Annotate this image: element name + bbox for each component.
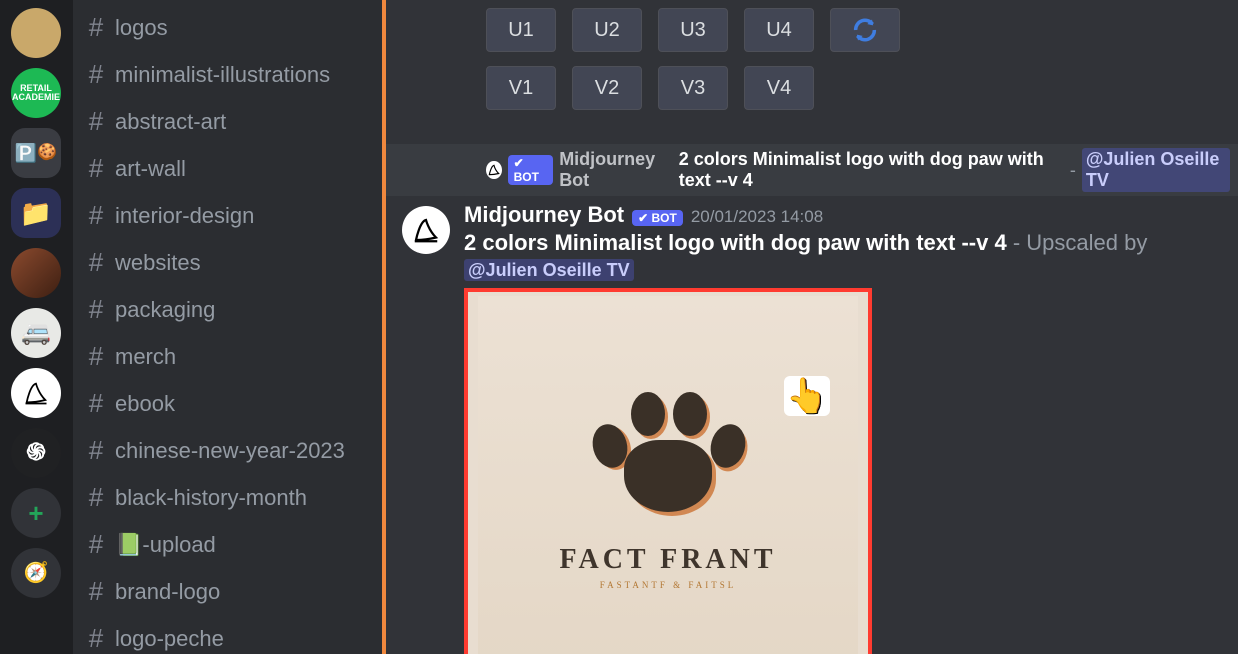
- hash-icon: #: [85, 106, 107, 137]
- server-icon-van[interactable]: 🚐: [11, 308, 61, 358]
- hover-prompt: 2 colors Minimalist logo with dog paw wi…: [679, 149, 1064, 191]
- hash-icon: #: [85, 341, 107, 372]
- channel-upload[interactable]: # 📗-upload: [73, 521, 382, 568]
- bot-badge: ✔ BOT: [632, 210, 683, 226]
- message: Midjourney Bot ✔ BOT 20/01/2023 14:08 2 …: [386, 196, 1238, 654]
- prompt-text: 2 colors Minimalist logo with dog paw wi…: [464, 230, 1007, 255]
- server-icon-knife[interactable]: [11, 248, 61, 298]
- channel-label: ebook: [115, 391, 175, 417]
- cursor-hand-icon: 👆: [784, 376, 830, 416]
- variation-1-button[interactable]: V1: [486, 66, 556, 110]
- channel-label: packaging: [115, 297, 215, 323]
- server-icon-combo[interactable]: 🅿️🍪: [11, 128, 61, 178]
- hash-icon: #: [85, 59, 107, 90]
- bot-mini-avatar: [486, 161, 502, 179]
- message-timestamp: 20/01/2023 14:08: [691, 207, 823, 227]
- upscale-variation-controls: U1 U2 U3 U4 V1 V2 V3 V4: [386, 0, 1238, 136]
- message-area: U1 U2 U3 U4 V1 V2 V3 V4 ✔ BOT Midjourney…: [382, 0, 1238, 654]
- channel-logo-peche[interactable]: # logo-peche: [73, 615, 382, 654]
- channel-chinese-new-year[interactable]: # chinese-new-year-2023: [73, 427, 382, 474]
- channel-label: abstract-art: [115, 109, 226, 135]
- bot-avatar[interactable]: [402, 206, 450, 254]
- channel-art-wall[interactable]: # art-wall: [73, 145, 382, 192]
- message-author[interactable]: Midjourney Bot: [464, 202, 624, 228]
- explore-button[interactable]: 🧭: [11, 548, 61, 598]
- hash-icon: #: [85, 435, 107, 466]
- hash-icon: #: [85, 200, 107, 231]
- hash-icon: #: [85, 529, 107, 560]
- server-bar: RETAILACADEMIE 🅿️🍪 📁 🚐 ֍ + 🧭: [0, 0, 72, 654]
- channel-label: art-wall: [115, 156, 186, 182]
- channel-websites[interactable]: # websites: [73, 239, 382, 286]
- hash-icon: #: [85, 388, 107, 419]
- channel-label: merch: [115, 344, 176, 370]
- hash-icon: #: [85, 294, 107, 325]
- upscale-2-button[interactable]: U2: [572, 8, 642, 52]
- add-server-button[interactable]: +: [11, 488, 61, 538]
- hash-icon: #: [85, 576, 107, 607]
- server-icon-midjourney[interactable]: [11, 368, 61, 418]
- channel-list: # logos # minimalist-illustrations # abstra…: [72, 0, 382, 654]
- message-hover-preview[interactable]: ✔ BOT Midjourney Bot 2 colors Minimalist…: [386, 144, 1238, 196]
- hover-dash: -: [1070, 160, 1076, 181]
- image-title: FACT FRANT: [559, 544, 776, 576]
- hash-icon: #: [85, 12, 107, 43]
- hash-icon: #: [85, 482, 107, 513]
- hash-icon: #: [85, 623, 107, 654]
- channel-ebook[interactable]: # ebook: [73, 380, 382, 427]
- bot-badge: ✔ BOT: [508, 155, 554, 185]
- channel-label: logo-peche: [115, 626, 224, 652]
- generated-image-content: FACT FRANT FASTANTF & FAITSL 👆: [478, 296, 858, 654]
- message-mention[interactable]: @Julien Oseille TV: [464, 259, 634, 281]
- channel-label: logos: [115, 15, 168, 41]
- hash-icon: #: [85, 153, 107, 184]
- hover-mention[interactable]: @Julien Oseille TV: [1082, 148, 1230, 192]
- channel-packaging[interactable]: # packaging: [73, 286, 382, 333]
- server-icon-1[interactable]: [11, 8, 61, 58]
- image-subtitle: FASTANTF & FAITSL: [600, 580, 736, 590]
- server-icon-openai[interactable]: ֍: [11, 428, 61, 478]
- upscale-1-button[interactable]: U1: [486, 8, 556, 52]
- channel-label: websites: [115, 250, 201, 276]
- refresh-icon: [851, 16, 879, 44]
- channel-interior-design[interactable]: # interior-design: [73, 192, 382, 239]
- channel-abstract-art[interactable]: # abstract-art: [73, 98, 382, 145]
- generated-image[interactable]: FACT FRANT FASTANTF & FAITSL 👆: [464, 288, 872, 654]
- sail-icon: [411, 215, 441, 245]
- paw-icon: [583, 382, 753, 522]
- prompt-sub: - Upscaled by: [1007, 230, 1148, 255]
- channel-label: chinese-new-year-2023: [115, 438, 345, 464]
- channel-label: interior-design: [115, 203, 254, 229]
- hover-author: Midjourney Bot: [559, 149, 673, 191]
- variation-2-button[interactable]: V2: [572, 66, 642, 110]
- channel-brand-logo[interactable]: # brand-logo: [73, 568, 382, 615]
- upscale-3-button[interactable]: U3: [658, 8, 728, 52]
- upscale-4-button[interactable]: U4: [744, 8, 814, 52]
- reroll-button[interactable]: [830, 8, 900, 52]
- hash-icon: #: [85, 247, 107, 278]
- channel-label: 📗-upload: [115, 532, 216, 558]
- channel-label: brand-logo: [115, 579, 220, 605]
- message-header: Midjourney Bot ✔ BOT 20/01/2023 14:08: [464, 202, 1222, 228]
- channel-merch[interactable]: # merch: [73, 333, 382, 380]
- channel-minimalist-illustrations[interactable]: # minimalist-illustrations: [73, 51, 382, 98]
- folder-icon[interactable]: 📁: [11, 188, 61, 238]
- variation-4-button[interactable]: V4: [744, 66, 814, 110]
- server-icon-retail[interactable]: RETAILACADEMIE: [11, 68, 61, 118]
- sail-icon: [22, 379, 50, 407]
- channel-label: black-history-month: [115, 485, 307, 511]
- variation-3-button[interactable]: V3: [658, 66, 728, 110]
- channel-black-history-month[interactable]: # black-history-month: [73, 474, 382, 521]
- channel-label: minimalist-illustrations: [115, 62, 330, 88]
- channel-logos[interactable]: # logos: [73, 4, 382, 51]
- message-content: 2 colors Minimalist logo with dog paw wi…: [464, 230, 1222, 282]
